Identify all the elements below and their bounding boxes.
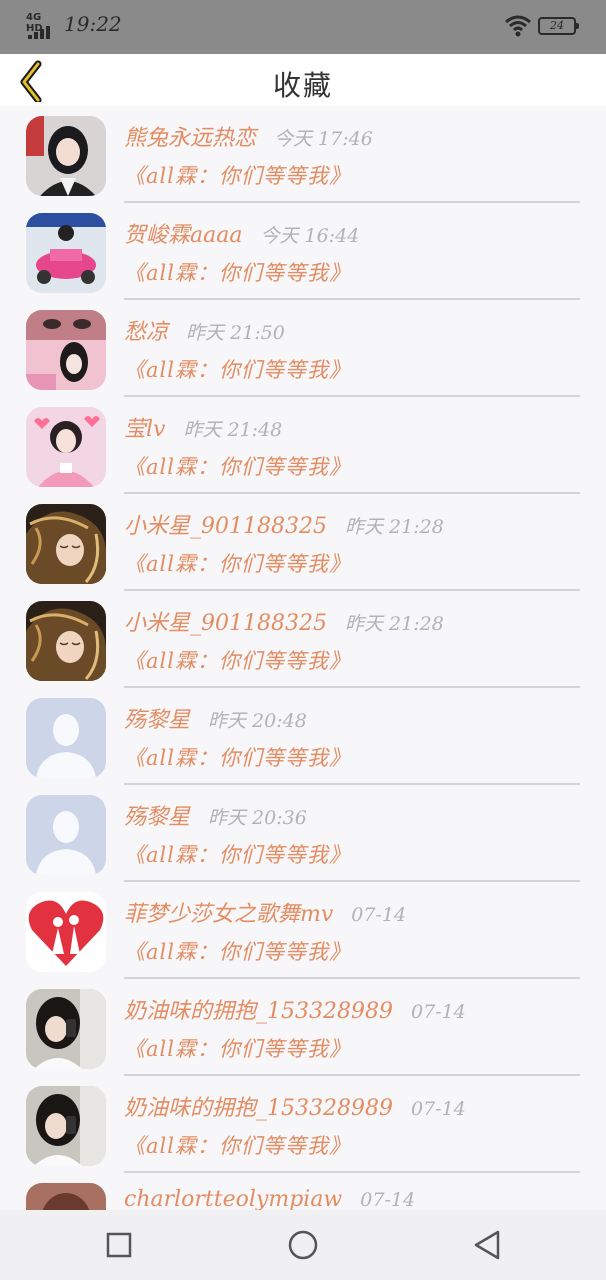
story-title: 《all霖：你们等等我》 [124, 455, 351, 479]
list-item[interactable]: 殇黎星 昨天 20:48 《all霖：你们等等我》 [0, 688, 606, 785]
timestamp: 07-14 [410, 1098, 466, 1120]
user-name: 殇黎星 [124, 805, 191, 830]
user-name: 殇黎星 [124, 708, 191, 733]
user-name: 熊兔永远热恋 [124, 126, 257, 151]
timestamp: 07-14 [410, 1001, 466, 1023]
name-line: 奶油味的拥抱_153328989 07-14 [124, 1090, 466, 1122]
name-line: 小米星_901188325 昨天 21:28 [124, 508, 444, 540]
avatar[interactable] [26, 892, 106, 972]
favorites-list: 熊兔永远热恋 今天 17:46 《all霖：你们等等我》 贺峻霖aaaa 今天 16:4… [0, 106, 606, 1210]
user-name: 奶油味的拥抱_153328989 [124, 999, 393, 1024]
timestamp: 昨天 20:36 [208, 807, 307, 829]
square-icon [106, 1232, 132, 1258]
user-name: charlortteolympiaw [124, 1187, 343, 1210]
user-name: 小米星_901188325 [124, 514, 327, 539]
story-title: 《all霖：你们等等我》 [124, 552, 351, 576]
name-line: 菲梦少莎女之歌舞mv 07-14 [124, 896, 406, 928]
story-title: 《all霖：你们等等我》 [124, 261, 351, 285]
avatar[interactable] [26, 504, 106, 584]
user-name: 奶油味的拥抱_153328989 [124, 1096, 393, 1121]
name-line: 奶油味的拥抱_153328989 07-14 [124, 993, 466, 1025]
list-item[interactable]: 小米星_901188325 昨天 21:28 《all霖：你们等等我》 [0, 494, 606, 591]
story-title: 《all霖：你们等等我》 [124, 1134, 351, 1158]
user-name: 菲梦少莎女之歌舞mv [124, 902, 334, 927]
list-item[interactable]: 小米星_901188325 昨天 21:28 《all霖：你们等等我》 [0, 591, 606, 688]
story-title: 《all霖：你们等等我》 [124, 843, 351, 867]
story-title: 《all霖：你们等等我》 [124, 746, 351, 770]
avatar[interactable] [26, 795, 106, 875]
story-title: 《all霖：你们等等我》 [124, 358, 351, 382]
status-time: 19:22 [64, 12, 122, 36]
list-item[interactable]: 愁凉 昨天 21:50 《all霖：你们等等我》 [0, 300, 606, 397]
list-item[interactable]: 奶油味的拥抱_153328989 07-14 《all霖：你们等等我》 [0, 1076, 606, 1173]
timestamp: 昨天 20:48 [208, 710, 307, 732]
avatar[interactable] [26, 310, 106, 390]
timestamp: 07-14 [351, 904, 407, 926]
list-item[interactable]: charlortteolympiaw 07-14 [0, 1173, 606, 1210]
name-line: 小米星_901188325 昨天 21:28 [124, 605, 444, 637]
avatar[interactable] [26, 601, 106, 681]
list-item[interactable]: 奶油味的拥抱_153328989 07-14 《all霖：你们等等我》 [0, 979, 606, 1076]
name-line: 贺峻霖aaaa 今天 16:44 [124, 217, 359, 249]
wifi-icon [504, 14, 532, 38]
story-title: 《all霖：你们等等我》 [124, 649, 351, 673]
avatar[interactable] [26, 213, 106, 293]
list-item[interactable]: 莹lv 昨天 21:48 《all霖：你们等等我》 [0, 397, 606, 494]
home-button[interactable] [286, 1228, 320, 1262]
avatar[interactable] [26, 1183, 106, 1210]
timestamp: 今天 17:46 [274, 128, 373, 150]
avatar[interactable] [26, 989, 106, 1069]
user-name: 小米星_901188325 [124, 611, 327, 636]
timestamp: 昨天 21:28 [344, 613, 444, 635]
battery-icon: 24 [538, 17, 579, 35]
avatar[interactable] [26, 116, 106, 196]
list-item[interactable]: 熊兔永远热恋 今天 17:46 《all霖：你们等等我》 [0, 106, 606, 203]
name-line: 莹lv 昨天 21:48 [124, 411, 282, 443]
circle-home-icon [288, 1230, 318, 1260]
avatar[interactable] [26, 1086, 106, 1166]
navigation-bar [0, 1210, 606, 1280]
system-back-button[interactable] [470, 1228, 504, 1262]
avatar[interactable] [26, 698, 106, 778]
user-name: 贺峻霖aaaa [124, 223, 243, 248]
name-line: 殇黎星 昨天 20:48 [124, 702, 307, 734]
title-bar: 收藏 [0, 54, 606, 106]
triangle-back-icon [474, 1230, 500, 1260]
list-item[interactable]: 菲梦少莎女之歌舞mv 07-14 《all霖：你们等等我》 [0, 882, 606, 979]
name-line: 殇黎星 昨天 20:36 [124, 799, 307, 831]
timestamp: 07-14 [360, 1189, 416, 1210]
avatar[interactable] [26, 407, 106, 487]
timestamp: 昨天 21:48 [183, 419, 283, 441]
list-item[interactable]: 殇黎星 昨天 20:36 《all霖：你们等等我》 [0, 785, 606, 882]
user-name: 愁凉 [124, 320, 169, 345]
name-line: charlortteolympiaw 07-14 [124, 1187, 415, 1210]
user-name: 莹lv [124, 417, 166, 442]
list-item[interactable]: 贺峻霖aaaa 今天 16:44 《all霖：你们等等我》 [0, 203, 606, 300]
name-line: 熊兔永远热恋 今天 17:46 [124, 120, 373, 152]
timestamp: 昨天 21:50 [186, 322, 285, 344]
status-bar: 4G HD 19:22 24 [0, 0, 606, 54]
story-title: 《all霖：你们等等我》 [124, 940, 351, 964]
signal-icon: 4G HD [26, 12, 56, 39]
timestamp: 昨天 21:28 [344, 516, 444, 538]
timestamp: 今天 16:44 [260, 225, 360, 247]
page-title: 收藏 [272, 69, 333, 102]
name-line: 愁凉 昨天 21:50 [124, 314, 285, 346]
story-title: 《all霖：你们等等我》 [124, 164, 351, 188]
recent-apps-button[interactable] [102, 1228, 136, 1262]
story-title: 《all霖：你们等等我》 [124, 1037, 351, 1061]
